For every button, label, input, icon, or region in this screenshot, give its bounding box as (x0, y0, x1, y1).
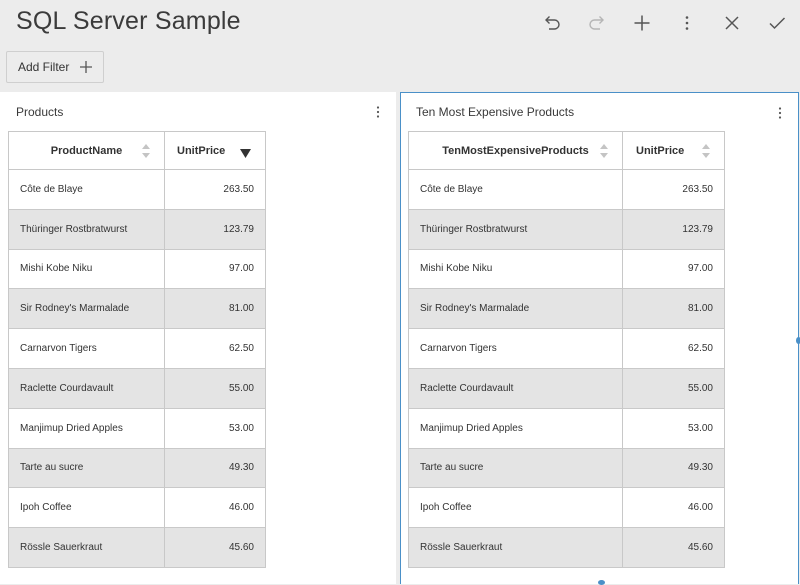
table-row[interactable]: Côte de Blaye 263.50 (408, 169, 725, 210)
undo-icon[interactable] (539, 10, 565, 36)
sort-icon (702, 144, 710, 158)
unit-price-cell: 97.00 (622, 249, 725, 289)
panel-title: Products (16, 105, 64, 119)
product-name-cell: Tarte au sucre (408, 447, 623, 489)
unit-price-cell: 46.00 (164, 487, 266, 528)
plus-icon[interactable] (629, 10, 655, 36)
toolbar-actions (539, 10, 790, 36)
table-row[interactable]: Manjimup Dried Apples 53.00 (8, 408, 266, 449)
resize-handle[interactable] (598, 580, 605, 585)
sort-icon (142, 144, 150, 158)
unit-price-cell: 62.50 (622, 328, 725, 369)
product-name-cell: Carnarvon Tigers (8, 328, 165, 369)
panel-more-icon[interactable] (776, 106, 784, 120)
sort-icon (600, 144, 608, 158)
unit-price-cell: 53.00 (622, 408, 725, 449)
product-name-cell: Sir Rodney's Marmalade (408, 288, 623, 330)
product-name-cell: Mishi Kobe Niku (8, 249, 165, 289)
unit-price-cell: 62.50 (164, 328, 266, 369)
unit-price-cell: 123.79 (164, 208, 266, 250)
unit-price-cell: 53.00 (164, 408, 266, 449)
table-row[interactable]: Mishi Kobe Niku 97.00 (8, 249, 266, 289)
product-name-cell: Rössle Sauerkraut (408, 527, 623, 568)
product-name-cell: Manjimup Dried Apples (8, 408, 165, 449)
plus-icon (78, 59, 94, 75)
unit-price-cell: 55.00 (622, 367, 725, 409)
table-row[interactable]: Carnarvon Tigers 62.50 (408, 328, 725, 369)
panel-title: Ten Most Expensive Products (416, 105, 575, 119)
column-header-label: UnitPrice (636, 144, 685, 157)
product-name-cell: Côte de Blaye (8, 169, 165, 210)
products-panel[interactable]: Products ProductName UnitPrice Côte de B… (0, 92, 396, 584)
product-name-cell: Mishi Kobe Niku (408, 249, 623, 289)
product-name-cell: Carnarvon Tigers (408, 328, 623, 369)
add-filter-label: Add Filter (18, 60, 70, 74)
column-header-label: ProductName (50, 144, 123, 157)
table-row[interactable]: Rössle Sauerkraut 45.60 (408, 527, 725, 568)
product-name-cell: Raclette Courdavault (408, 367, 623, 409)
column-header-unitprice[interactable]: UnitPrice (164, 131, 266, 170)
table-row[interactable]: Thüringer Rostbratwurst 123.79 (8, 208, 266, 250)
unit-price-cell: 81.00 (622, 288, 725, 330)
table-row[interactable]: Manjimup Dried Apples 53.00 (408, 408, 725, 449)
panel-more-icon[interactable] (374, 105, 382, 119)
product-name-cell: Thüringer Rostbratwurst (408, 208, 623, 250)
check-icon[interactable] (764, 10, 790, 36)
unit-price-cell: 123.79 (622, 208, 725, 250)
product-name-cell: Rössle Sauerkraut (8, 527, 165, 568)
product-name-cell: Manjimup Dried Apples (408, 408, 623, 449)
table-row[interactable]: Tarte au sucre 49.30 (408, 447, 725, 489)
product-name-cell: Thüringer Rostbratwurst (8, 208, 165, 250)
product-name-cell: Sir Rodney's Marmalade (8, 288, 165, 330)
add-filter-button[interactable]: Add Filter (6, 51, 104, 83)
unit-price-cell: 81.00 (164, 288, 266, 330)
unit-price-cell: 263.50 (164, 169, 266, 210)
unit-price-cell: 49.30 (622, 447, 725, 489)
unit-price-cell: 46.00 (622, 487, 725, 528)
page-title: SQL Server Sample (16, 7, 241, 35)
unit-price-cell: 97.00 (164, 249, 266, 289)
redo-icon[interactable] (584, 10, 610, 36)
more-vertical-icon[interactable] (674, 10, 700, 36)
top-bar: SQL Server Sample (0, 0, 800, 46)
table-row[interactable]: Raclette Courdavault 55.00 (8, 367, 266, 409)
table-row[interactable]: Rössle Sauerkraut 45.60 (8, 527, 266, 568)
table-row[interactable]: Côte de Blaye 263.50 (8, 169, 266, 210)
unit-price-cell: 45.60 (164, 527, 266, 568)
table-row[interactable]: Sir Rodney's Marmalade 81.00 (408, 288, 725, 330)
resize-handle[interactable] (796, 337, 800, 344)
unit-price-cell: 263.50 (622, 169, 725, 210)
sort-descending-icon (240, 149, 251, 158)
column-header-productname[interactable]: ProductName (8, 131, 165, 170)
table-row[interactable]: Raclette Courdavault 55.00 (408, 367, 725, 409)
table-row[interactable]: Tarte au sucre 49.30 (8, 447, 266, 489)
table-row[interactable]: Carnarvon Tigers 62.50 (8, 328, 266, 369)
column-header-label: UnitPrice (177, 144, 226, 157)
product-name-cell: Côte de Blaye (408, 169, 623, 210)
ten-most-expensive-panel[interactable]: Ten Most Expensive Products TenMostExpen… (400, 92, 799, 584)
product-name-cell: Ipoh Coffee (408, 487, 623, 528)
column-header-tenmostexpensiveproducts[interactable]: TenMostExpensiveProducts (408, 131, 623, 170)
unit-price-cell: 55.00 (164, 367, 266, 409)
ten-most-expensive-table: TenMostExpensiveProducts UnitPrice Côte … (408, 131, 725, 568)
table-row[interactable]: Thüringer Rostbratwurst 123.79 (408, 208, 725, 250)
close-icon[interactable] (719, 10, 745, 36)
table-row[interactable]: Ipoh Coffee 46.00 (8, 487, 266, 528)
table-row[interactable]: Sir Rodney's Marmalade 81.00 (8, 288, 266, 330)
product-name-cell: Tarte au sucre (8, 447, 165, 489)
product-name-cell: Ipoh Coffee (8, 487, 165, 528)
products-table: ProductName UnitPrice Côte de Blaye 263.5… (8, 131, 266, 568)
table-row[interactable]: Mishi Kobe Niku 97.00 (408, 249, 725, 289)
unit-price-cell: 49.30 (164, 447, 266, 489)
column-header-unitprice[interactable]: UnitPrice (622, 131, 725, 170)
column-header-label: TenMostExpensiveProducts (442, 144, 589, 157)
table-row[interactable]: Ipoh Coffee 46.00 (408, 487, 725, 528)
unit-price-cell: 45.60 (622, 527, 725, 568)
product-name-cell: Raclette Courdavault (8, 367, 165, 409)
